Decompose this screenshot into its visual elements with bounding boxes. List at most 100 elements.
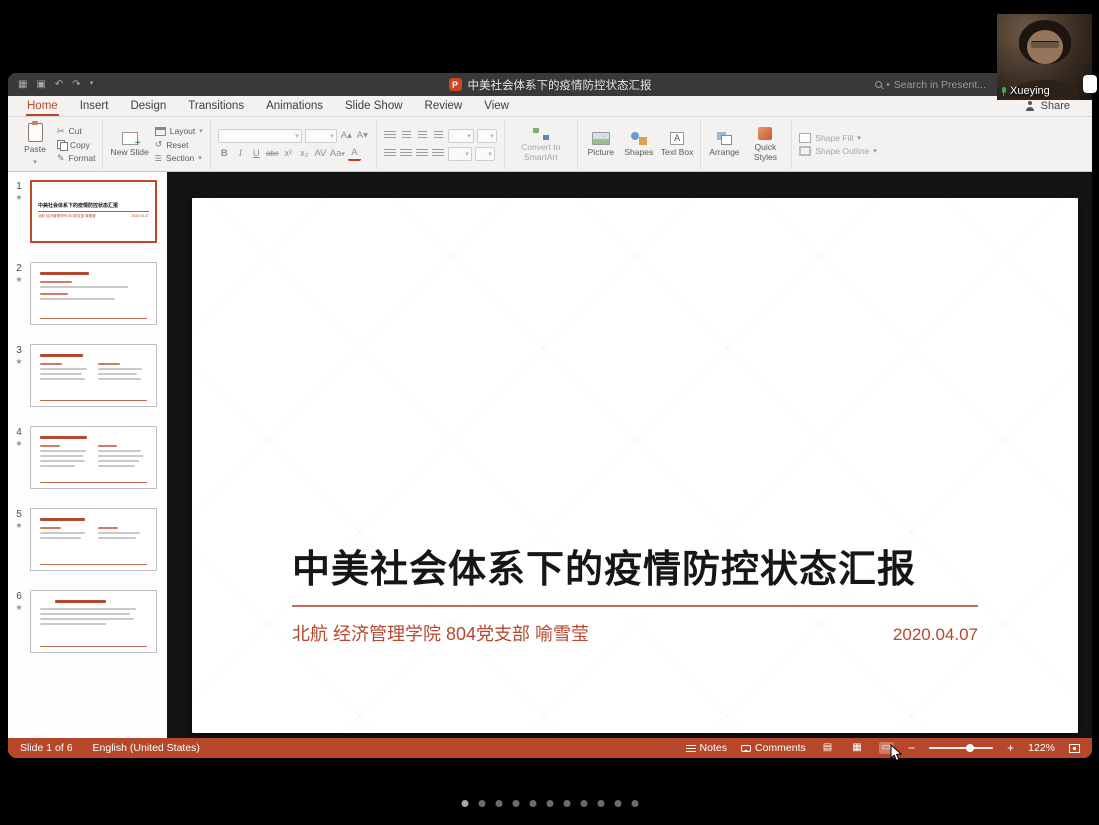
pagination-dot[interactable] — [478, 800, 485, 807]
shape-fill-button[interactable]: Shape Fill — [799, 133, 876, 143]
strikethrough-button[interactable]: abc — [266, 147, 279, 161]
slide-number: 2 — [16, 263, 22, 274]
undo-icon[interactable]: ↶ — [55, 79, 63, 90]
cut-button[interactable]: Cut — [57, 126, 95, 137]
pagination-dot[interactable] — [597, 800, 604, 807]
zoom-slider[interactable] — [929, 747, 993, 749]
shape-outline-button[interactable]: Shape Outline — [799, 146, 876, 156]
redo-icon[interactable]: ↷ — [72, 79, 80, 90]
slide-thumbnail-6[interactable] — [30, 590, 157, 653]
zoom-level[interactable]: 122% — [1028, 742, 1055, 754]
tab-transitions[interactable]: Transitions — [187, 96, 245, 116]
align-text-dropdown[interactable] — [475, 147, 495, 161]
numbering-button[interactable] — [400, 129, 413, 143]
toolbar-options-icon[interactable]: ▾ — [90, 79, 94, 90]
indent-increase-button[interactable] — [432, 129, 445, 143]
search-field[interactable]: ▾ Search in Present... — [875, 79, 986, 91]
tab-animations[interactable]: Animations — [265, 96, 324, 116]
tab-insert[interactable]: Insert — [79, 96, 110, 116]
increase-font-size-button[interactable]: A▴ — [340, 129, 353, 143]
pagination-dot[interactable] — [563, 800, 570, 807]
picture-button[interactable]: Picture — [585, 132, 617, 158]
text-line-placeholder — [98, 363, 120, 365]
bullets-button[interactable] — [384, 129, 397, 143]
subscript-button[interactable]: x₂ — [298, 147, 311, 161]
slide-thumbnail-3[interactable] — [30, 344, 157, 407]
title-block[interactable]: 中美社会体系下的疫情防控状态汇报 北航 经济管理学院 804党支部 喻雪莹 20… — [292, 538, 978, 646]
slide-thumbnail-4[interactable] — [30, 426, 157, 489]
font-name-dropdown[interactable] — [218, 129, 302, 143]
comments-button[interactable]: Comments — [741, 742, 806, 754]
mini-rule — [38, 211, 149, 212]
font-color-button[interactable]: A — [348, 147, 361, 161]
convert-to-smartart-button[interactable]: Convert to SmartArt — [512, 127, 570, 163]
pagination-dot[interactable] — [546, 800, 553, 807]
character-spacing-button[interactable]: AV — [314, 147, 327, 161]
text-direction-dropdown[interactable] — [477, 129, 497, 143]
align-left-button[interactable] — [384, 147, 397, 161]
slide-thumbnail-2[interactable] — [30, 262, 157, 325]
align-center-button[interactable] — [400, 147, 413, 161]
zoom-in-button[interactable]: + — [1007, 742, 1014, 754]
slide-date[interactable]: 2020.04.07 — [893, 625, 978, 645]
text-box-icon: A — [670, 132, 684, 145]
section-button[interactable]: Section — [155, 153, 203, 163]
zoom-slider-knob[interactable] — [966, 744, 974, 752]
slide-sorter-view-button[interactable]: ▦ — [849, 742, 864, 754]
pagination-dot[interactable] — [512, 800, 519, 807]
change-case-button[interactable]: Aa — [330, 147, 345, 161]
pagination-dot[interactable] — [529, 800, 536, 807]
share-label: Share — [1041, 100, 1070, 112]
pagination-dot[interactable] — [631, 800, 638, 807]
tab-home[interactable]: Home — [26, 96, 59, 116]
superscript-button[interactable]: x² — [282, 147, 295, 161]
tab-design[interactable]: Design — [129, 96, 167, 116]
slide-thumbnail-5[interactable] — [30, 508, 157, 571]
copy-button[interactable]: Copy — [57, 140, 95, 150]
save-icon[interactable]: ▣ — [36, 79, 45, 90]
arrange-button[interactable]: Arrange — [708, 132, 740, 158]
tab-view[interactable]: View — [483, 96, 510, 116]
pagination-dot[interactable] — [495, 800, 502, 807]
slide-canvas[interactable]: 中美社会体系下的疫情防控状态汇报 北航 经济管理学院 804党支部 喻雪莹 20… — [167, 172, 1092, 738]
text-box-button[interactable]: A Text Box — [661, 132, 694, 158]
current-slide[interactable]: 中美社会体系下的疫情防控状态汇报 北航 经济管理学院 804党支部 喻雪莹 20… — [192, 198, 1078, 733]
fit-slide-to-window-icon[interactable] — [1069, 744, 1080, 753]
align-right-button[interactable] — [416, 147, 429, 161]
slide-thumbnail-1[interactable]: 中美社会体系下的疫情防控状态汇报 北航 经济管理学院 804党支部 喻雪莹 20… — [30, 180, 157, 243]
zoom-out-button[interactable]: − — [908, 742, 915, 754]
new-slide-button[interactable]: New Slide — [110, 132, 148, 158]
slide-title[interactable]: 中美社会体系下的疫情防控状态汇报 — [292, 538, 978, 593]
pagination-dot[interactable] — [461, 800, 468, 807]
pagination-dot[interactable] — [580, 800, 587, 807]
quick-styles-button[interactable]: Quick Styles — [746, 127, 784, 163]
notes-button[interactable]: Notes — [686, 742, 727, 754]
format-painter-button[interactable]: Format — [57, 153, 95, 164]
thumbnail-accent-line — [40, 318, 147, 319]
reset-button[interactable]: Reset — [155, 139, 203, 150]
line-spacing-dropdown[interactable] — [448, 129, 474, 143]
bold-button[interactable]: B — [218, 147, 231, 161]
side-panel-handle[interactable] — [1083, 75, 1097, 93]
indent-decrease-button[interactable] — [416, 129, 429, 143]
thumbnail-accent-line — [40, 564, 147, 565]
participant-video[interactable]: Xueying — [997, 14, 1092, 100]
tab-review[interactable]: Review — [424, 96, 464, 116]
paste-button[interactable]: Paste — [19, 123, 51, 166]
arrange-icon — [717, 132, 732, 145]
columns-dropdown[interactable] — [448, 147, 472, 161]
slide-thumbnail-panel[interactable]: 1 ★ 中美社会体系下的疫情防控状态汇报 北航 经济管理学院 804党支部 喻雪… — [8, 172, 167, 738]
decrease-font-size-button[interactable]: A▾ — [356, 129, 369, 143]
justify-button[interactable] — [432, 147, 445, 161]
underline-button[interactable]: U — [250, 147, 263, 161]
tab-slide-show[interactable]: Slide Show — [344, 96, 404, 116]
slide-subtitle[interactable]: 北航 经济管理学院 804党支部 喻雪莹 — [292, 620, 589, 646]
layout-button[interactable]: Layout — [155, 126, 203, 136]
font-size-dropdown[interactable] — [305, 129, 337, 143]
normal-view-button[interactable]: ▤ — [820, 742, 835, 754]
shapes-button[interactable]: Shapes — [623, 132, 655, 158]
pagination-dot[interactable] — [614, 800, 621, 807]
window-view-icon[interactable]: ▦ — [18, 79, 27, 90]
language-indicator[interactable]: English (United States) — [93, 742, 200, 754]
italic-button[interactable]: I — [234, 147, 247, 161]
